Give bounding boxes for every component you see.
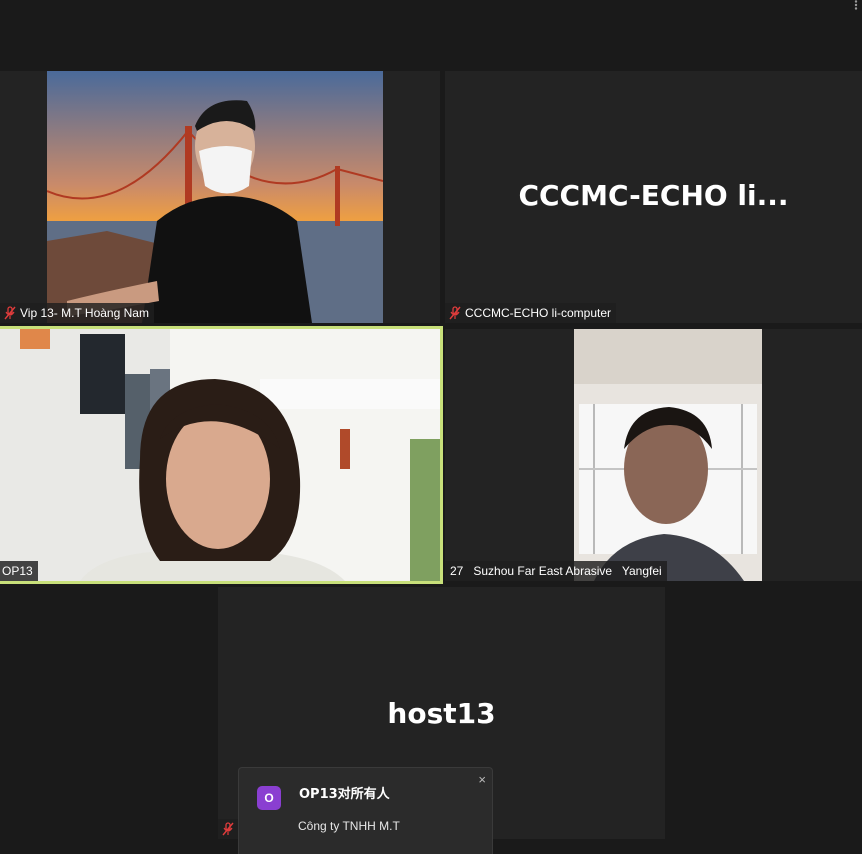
chat-notification[interactable]: O OP13对所有人 Công ty TNHH M.T × [238, 767, 493, 854]
microphone-muted-icon [4, 306, 16, 320]
participant-name-tag: OP13 [0, 561, 38, 581]
participant-name: CCCMC-ECHO li-computer [465, 306, 612, 320]
participant-video [47, 71, 383, 323]
participant-name: OP13 [2, 564, 33, 578]
participant-tile-label: CCCMC-ECHO li... [518, 179, 789, 212]
chat-sender-title: OP13对所有人 [299, 787, 390, 802]
participant-name: 27 Suzhou Far East Abrasive Yangfei [450, 564, 662, 578]
chat-message-text: Công ty TNHH M.T [298, 819, 400, 833]
participant-name-tag: Vip 13- M.T Hoàng Nam [0, 303, 154, 323]
participant-video [574, 329, 762, 581]
participant-tile-suzhou[interactable]: 27 Suzhou Far East Abrasive Yangfei [445, 329, 862, 581]
more-options-icon[interactable] [852, 0, 860, 10]
participant-name-tag [218, 819, 239, 839]
microphone-muted-icon [222, 822, 234, 836]
microphone-muted-icon [449, 306, 461, 320]
participant-video [0, 329, 440, 581]
participant-name-tag: 27 Suzhou Far East Abrasive Yangfei [445, 561, 667, 581]
participant-tile-cccmc-echo[interactable]: CCCMC-ECHO li... CCCMC-ECHO li-computer [445, 71, 862, 323]
participant-name-tag: CCCMC-ECHO li-computer [445, 303, 617, 323]
participant-tile-label: host13 [387, 697, 496, 730]
participant-tile-vip13[interactable]: Vip 13- M.T Hoàng Nam [0, 71, 440, 323]
participant-tile-op13[interactable]: OP13 [0, 326, 443, 584]
close-icon[interactable]: × [478, 772, 486, 787]
sender-avatar: O [257, 786, 281, 810]
participant-name: Vip 13- M.T Hoàng Nam [20, 306, 149, 320]
